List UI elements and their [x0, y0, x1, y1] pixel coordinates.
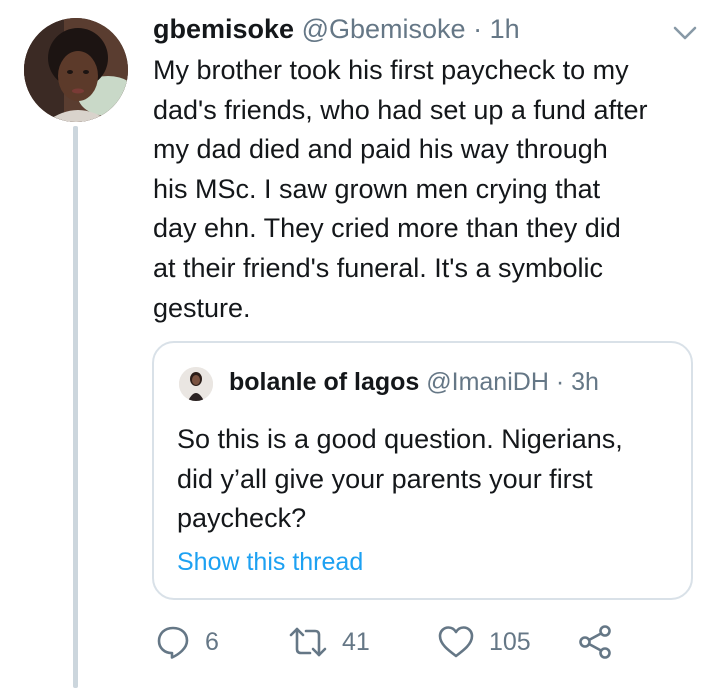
reply-count: 6 — [205, 627, 219, 656]
author-handle[interactable]: @Gbemisoke — [302, 14, 466, 44]
retweet-button[interactable]: 41 — [288, 620, 370, 664]
like-count: 105 — [489, 627, 531, 656]
thread-line — [73, 126, 78, 688]
quoted-author-name[interactable]: bolanle of lagos — [229, 368, 419, 396]
reply-button[interactable]: 6 — [155, 620, 219, 664]
reply-icon — [155, 624, 191, 660]
heart-icon — [437, 624, 475, 660]
like-button[interactable]: 105 — [437, 620, 531, 664]
author-name[interactable]: gbemisoke — [153, 14, 294, 44]
tweet-header: gbemisoke @Gbemisoke · 1h — [153, 10, 520, 48]
quoted-tweet-text: So this is a good question. Nigerians, d… — [177, 424, 623, 533]
chevron-down-icon[interactable] — [672, 24, 698, 42]
quoted-author-avatar[interactable] — [179, 367, 213, 401]
quoted-author-handle[interactable]: @ImaniDH — [426, 368, 549, 396]
show-thread-link[interactable]: Show this thread — [177, 544, 363, 580]
retweet-icon — [288, 624, 328, 660]
tweet-actions: 6 41 105 — [155, 620, 625, 664]
quoted-tweet-card[interactable]: bolanle of lagos @ImaniDH · 3h So this i… — [152, 341, 693, 600]
tweet-text: My brother took his first paycheck to my… — [153, 55, 648, 323]
share-icon — [577, 624, 613, 660]
retweet-count: 41 — [342, 627, 370, 656]
tweet-time[interactable]: 1h — [490, 14, 520, 44]
quoted-header-separator: · — [555, 368, 565, 396]
author-avatar[interactable] — [24, 18, 128, 122]
quoted-tweet-header: bolanle of lagos @ImaniDH · 3h — [229, 362, 599, 402]
header-separator: · — [473, 14, 483, 44]
quoted-tweet-time[interactable]: 3h — [571, 368, 599, 396]
share-button[interactable] — [577, 620, 613, 664]
